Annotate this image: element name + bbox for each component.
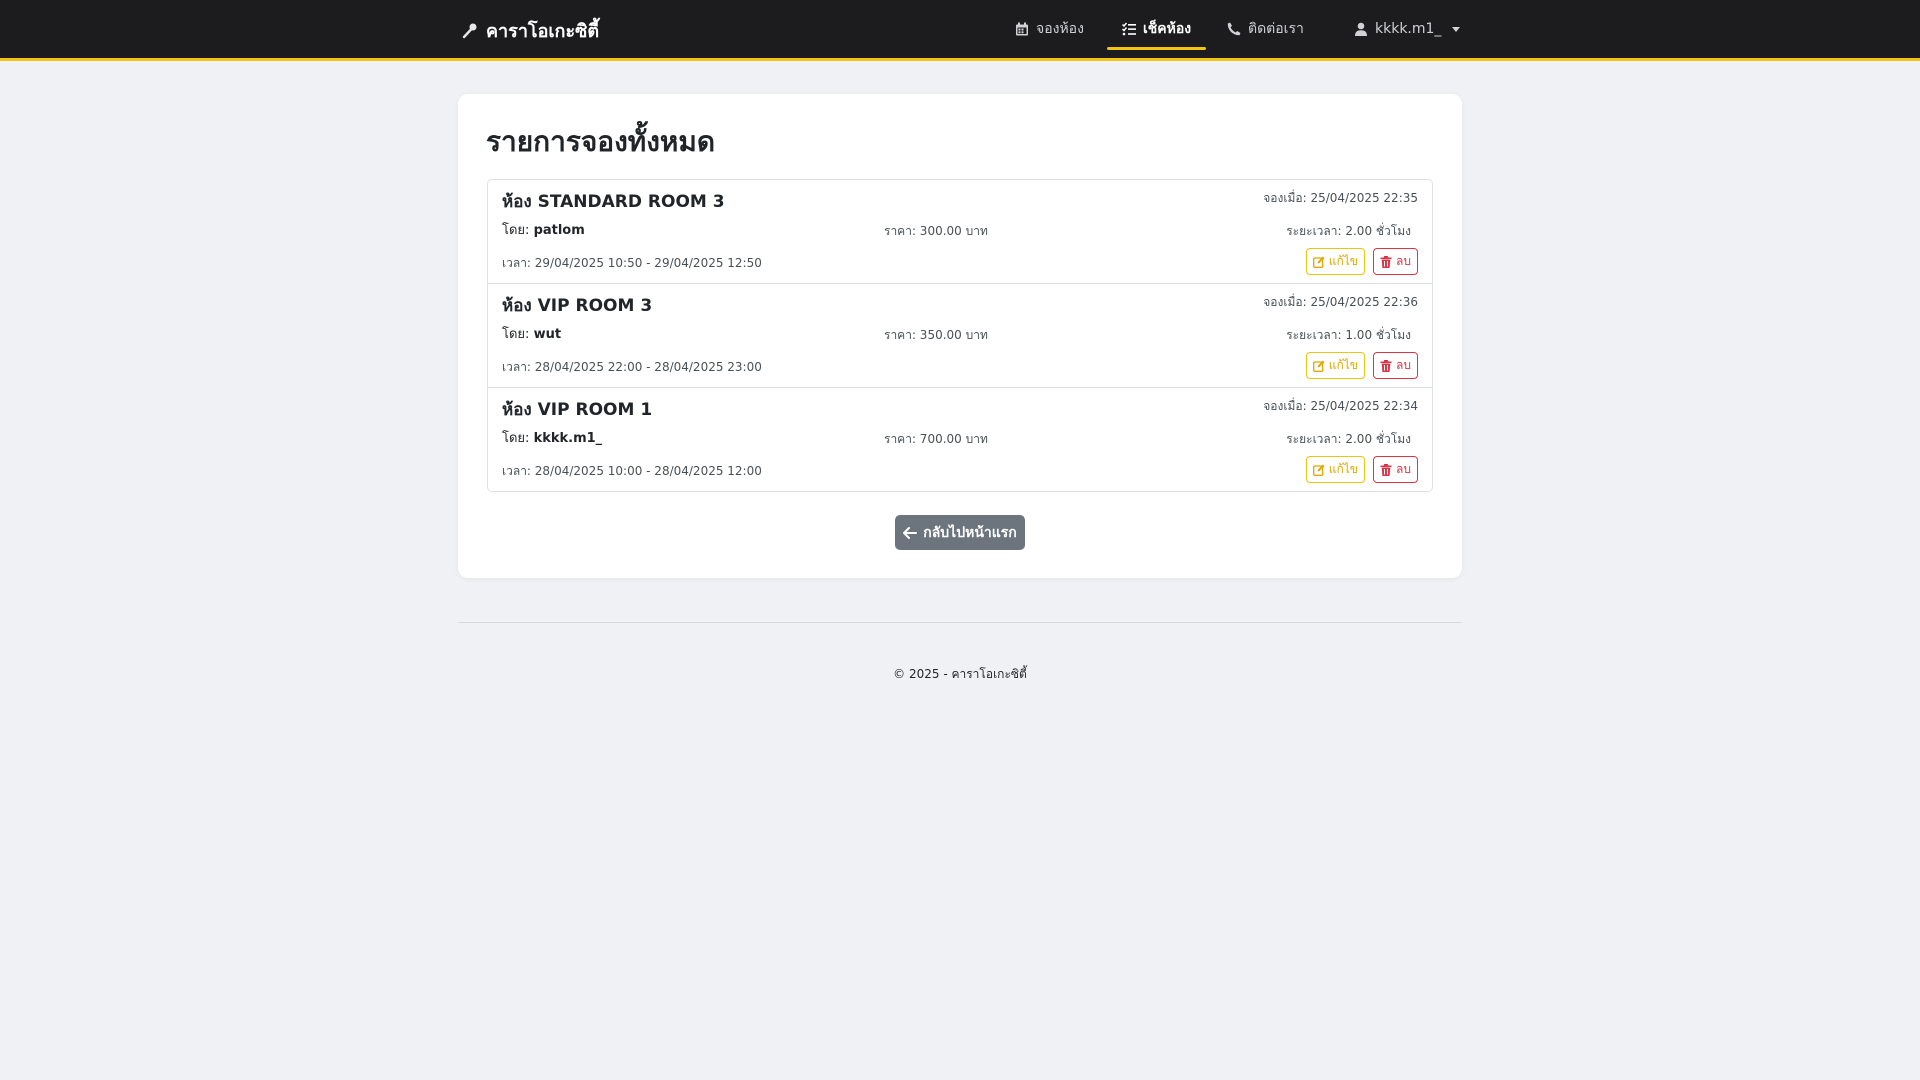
top-navbar: คาราโอเกะซิตี้ จองห้อง เช็คห้อง ติดต่อเร… bbox=[0, 0, 1920, 61]
trash-icon bbox=[1380, 255, 1392, 268]
booked-by: โดย: wut bbox=[502, 323, 561, 344]
nav-check-room-label: เช็คห้อง bbox=[1143, 21, 1192, 37]
microphone-icon bbox=[462, 23, 477, 38]
booked-by-user: patlom bbox=[533, 223, 585, 238]
list-check-icon bbox=[1122, 22, 1136, 36]
room-name: ห้อง STANDARD ROOM 3 bbox=[502, 192, 725, 212]
user-menu-dropdown[interactable]: kkkk.m1_ bbox=[1354, 0, 1461, 58]
edit-label: แก้ไข bbox=[1328, 462, 1358, 476]
bookings-card: รายการจองทั้งหมด ห้อง STANDARD ROOM 3 จอ… bbox=[458, 94, 1462, 578]
chevron-down-icon bbox=[1452, 26, 1461, 32]
calendar-icon bbox=[1016, 22, 1028, 36]
delete-label: ลบ bbox=[1396, 254, 1411, 268]
trash-icon bbox=[1380, 359, 1392, 372]
page-title: รายการจองทั้งหมด bbox=[486, 125, 716, 158]
edit-label: แก้ไข bbox=[1328, 358, 1358, 372]
duration: ระยะเวลา: 2.00 ชั่วโมง bbox=[1286, 224, 1411, 238]
price: ราคา: 350.00 บาท bbox=[884, 328, 988, 342]
delete-button[interactable]: ลบ bbox=[1373, 456, 1418, 483]
booked-by-label: โดย: bbox=[502, 431, 530, 446]
edit-label: แก้ไข bbox=[1328, 254, 1358, 268]
brand-name: คาราโอเกะซิตี้ bbox=[486, 21, 600, 42]
nav-contact[interactable]: ติดต่อเรา bbox=[1227, 0, 1304, 58]
edit-icon bbox=[1312, 360, 1325, 372]
nav-check-room[interactable]: เช็คห้อง bbox=[1107, 0, 1207, 58]
booked-by-user: kkkk.m1_ bbox=[533, 431, 603, 446]
arrow-left-icon bbox=[903, 526, 918, 539]
booked-by: โดย: kkkk.m1_ bbox=[502, 427, 602, 448]
booked-by-label: โดย: bbox=[502, 327, 530, 342]
booking-item: ห้อง STANDARD ROOM 3 จองเมื่อ: 25/04/202… bbox=[488, 180, 1432, 284]
nav-book-room-label: จองห้อง bbox=[1036, 21, 1084, 37]
delete-label: ลบ bbox=[1396, 462, 1411, 476]
room-name: ห้อง VIP ROOM 3 bbox=[502, 296, 653, 316]
edit-icon bbox=[1312, 256, 1325, 268]
booked-at: จองเมื่อ: 25/04/2025 22:35 bbox=[1263, 191, 1418, 205]
booked-by: โดย: patlom bbox=[502, 219, 585, 240]
booking-item: ห้อง VIP ROOM 1 จองเมื่อ: 25/04/2025 22:… bbox=[488, 388, 1432, 491]
edit-icon bbox=[1312, 464, 1325, 476]
brand-link[interactable]: คาราโอเกะซิตี้ bbox=[462, 16, 599, 45]
booking-item: ห้อง VIP ROOM 3 จองเมื่อ: 25/04/2025 22:… bbox=[488, 284, 1432, 388]
booked-by-label: โดย: bbox=[502, 223, 530, 238]
price: ราคา: 700.00 บาท bbox=[884, 432, 988, 446]
edit-button[interactable]: แก้ไข bbox=[1305, 352, 1365, 379]
time-range: เวลา: 28/04/2025 10:00 - 28/04/2025 12:0… bbox=[502, 464, 762, 478]
delete-button[interactable]: ลบ bbox=[1373, 248, 1418, 275]
edit-button[interactable]: แก้ไข bbox=[1305, 248, 1365, 275]
booked-at: จองเมื่อ: 25/04/2025 22:34 bbox=[1263, 399, 1418, 413]
booked-at: จองเมื่อ: 25/04/2025 22:36 bbox=[1263, 295, 1418, 309]
edit-button[interactable]: แก้ไข bbox=[1305, 456, 1365, 483]
footer-divider bbox=[458, 622, 1462, 623]
duration: ระยะเวลา: 2.00 ชั่วโมง bbox=[1286, 432, 1411, 446]
nav-book-room[interactable]: จองห้อง bbox=[1015, 0, 1084, 58]
user-icon bbox=[1355, 22, 1367, 36]
delete-label: ลบ bbox=[1396, 358, 1411, 372]
duration: ระยะเวลา: 1.00 ชั่วโมง bbox=[1286, 328, 1411, 342]
booking-list: ห้อง STANDARD ROOM 3 จองเมื่อ: 25/04/202… bbox=[487, 179, 1433, 492]
footer-text: © 2025 - คาราโอเกะซิตี้ bbox=[893, 667, 1027, 681]
time-range: เวลา: 29/04/2025 10:50 - 29/04/2025 12:5… bbox=[502, 256, 762, 270]
back-home-button[interactable]: กลับไปหน้าแรก bbox=[895, 515, 1025, 550]
room-name: ห้อง VIP ROOM 1 bbox=[502, 400, 653, 420]
price: ราคา: 300.00 บาท bbox=[884, 224, 988, 238]
time-range: เวลา: 28/04/2025 22:00 - 28/04/2025 23:0… bbox=[502, 360, 762, 374]
nav-contact-label: ติดต่อเรา bbox=[1248, 21, 1304, 37]
trash-icon bbox=[1380, 463, 1392, 476]
username-label: kkkk.m1_ bbox=[1375, 21, 1442, 37]
phone-icon bbox=[1227, 22, 1241, 36]
delete-button[interactable]: ลบ bbox=[1373, 352, 1418, 379]
back-home-label: กลับไปหน้าแรก bbox=[923, 524, 1017, 541]
booked-by-user: wut bbox=[533, 327, 562, 342]
